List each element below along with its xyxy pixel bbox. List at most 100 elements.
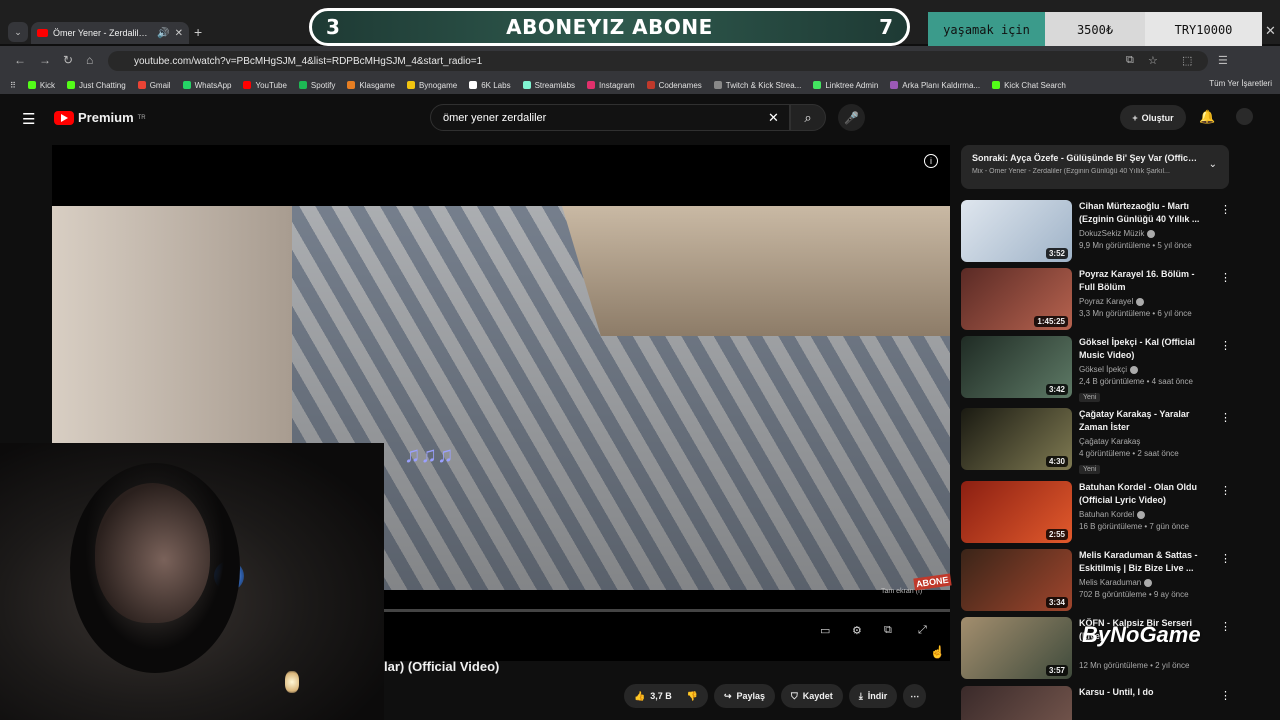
download-button[interactable]: ⤓ İndir [848, 684, 898, 708]
new-tab-button[interactable]: + [194, 24, 202, 40]
rec-title[interactable]: Göksel İpekçi - Kal (Official Music Vide… [1079, 336, 1207, 362]
share-button[interactable]: ↪ Paylaş [713, 684, 776, 708]
rec-title[interactable]: Poyraz Karayel 16. Bölüm - Full Bölüm [1079, 268, 1207, 294]
recommendation-item[interactable]: 3:34 Melis Karaduman & Sattas - Eskitilm… [961, 549, 1231, 613]
settings-gear-icon[interactable]: ⚙ [852, 624, 862, 637]
audio-icon[interactable]: 🔊 [157, 28, 169, 39]
video-actions: 👍 3,7 B 👎 ↪ Paylaş ⛉ Kaydet ⤓ İndir ⋯ [624, 684, 927, 708]
rec-title[interactable]: Batuhan Kordel - Olan Oldu (Official Lyr… [1079, 481, 1207, 507]
subtitles-icon[interactable]: ▭ [820, 624, 830, 637]
bookmark-twitch-kick[interactable]: Twitch & Kick Strea... [713, 81, 801, 90]
bookmark-linktree[interactable]: Linktree Admin [813, 81, 878, 90]
more-options-icon[interactable]: ⋮ [1220, 411, 1231, 424]
bookmark-just-chatting[interactable]: Just Chatting [66, 81, 126, 90]
bookmark-codenames[interactable]: Codenames [646, 81, 702, 90]
video-thumbnail[interactable]: 4:30 [961, 408, 1072, 470]
extensions-icon[interactable]: ⬚ [1182, 54, 1192, 67]
recommendation-item[interactable]: 4:30 Çağatay Karakaş - Yaralar Zaman İst… [961, 408, 1231, 474]
mouse-cursor-icon: ☝ [930, 645, 945, 659]
bookmark-kick-chat-search[interactable]: Kick Chat Search [992, 81, 1066, 90]
more-options-icon[interactable]: ⋮ [1220, 484, 1231, 497]
recommendation-item[interactable]: 3:52 Cihan Mürtezaoğlu - Martı (Ezginin … [961, 200, 1231, 264]
forward-icon[interactable]: → [39, 53, 51, 67]
bookmark-kick[interactable]: Kick [27, 81, 55, 90]
bookmark-bynogame[interactable]: Bynogame [406, 81, 457, 90]
rec-channel[interactable]: Melis Karaduman [1079, 578, 1141, 587]
search-input[interactable]: ömer yener zerdaliler [430, 104, 790, 131]
chevron-down-icon[interactable]: ⌄ [1209, 159, 1217, 170]
rec-title[interactable]: Karsu - Until, I do [1079, 686, 1207, 699]
more-options-icon[interactable]: ⋮ [1220, 271, 1231, 284]
fullscreen-icon[interactable]: ⤢ [918, 624, 927, 637]
bookmark-instagram[interactable]: Instagram [587, 81, 635, 90]
search-button[interactable]: ⌕ [790, 104, 826, 131]
bookmark-whatsapp[interactable]: WhatsApp [182, 81, 231, 90]
recommendation-item[interactable]: Karsu - Until, I do ⋮ [961, 686, 1231, 720]
bookmark-klasgame[interactable]: Klasgame [347, 81, 395, 90]
install-icon[interactable]: ⧉ [1126, 54, 1134, 67]
home-icon[interactable]: ⌂ [86, 53, 93, 67]
guide-menu-icon[interactable]: ☰ [22, 110, 35, 128]
recommendation-item[interactable]: 2:55 Batuhan Kordel - Olan Oldu (Officia… [961, 481, 1231, 545]
duration-badge: 1:45:25 [1034, 316, 1068, 327]
bookmark-youtube[interactable]: YouTube [243, 81, 287, 90]
more-options-icon[interactable]: ⋮ [1220, 620, 1231, 633]
youtube-logo[interactable]: Premium TR [54, 110, 146, 125]
video-thumbnail[interactable]: 1:45:25 [961, 268, 1072, 330]
bookmark-remove-bg[interactable]: Arka Planı Kaldırma... [890, 81, 980, 90]
video-thumbnail[interactable]: 3:42 [961, 336, 1072, 398]
window-close-icon[interactable]: ✕ [1265, 23, 1276, 39]
account-avatar[interactable] [1236, 108, 1253, 125]
video-thumbnail[interactable]: 3:34 [961, 549, 1072, 611]
rec-channel[interactable]: Göksel İpekçi [1079, 365, 1127, 374]
recommendation-item[interactable]: 1:45:25 Poyraz Karayel 16. Bölüm - Full … [961, 268, 1231, 332]
rec-channel[interactable]: Batuhan Kordel [1079, 510, 1134, 519]
bookmark-6k-labs[interactable]: 6K Labs [469, 81, 511, 90]
bookmark-streamlabs[interactable]: Streamlabs [522, 81, 575, 90]
rec-stats: 16 B görüntüleme • 7 gün önce [1079, 522, 1189, 531]
rec-title[interactable]: Cihan Mürtezaoğlu - Martı (Ezginin Günlü… [1079, 200, 1207, 226]
music-notes-overlay: ♫♫♫ [404, 442, 454, 467]
rec-channel[interactable]: Poyraz Karayel [1079, 297, 1133, 306]
rec-channel[interactable]: Çağatay Karakaş [1079, 437, 1140, 446]
thumbs-down-icon[interactable]: 👎 [687, 691, 698, 702]
video-thumbnail[interactable]: 3:52 [961, 200, 1072, 262]
back-icon[interactable]: ← [14, 53, 26, 67]
video-thumbnail[interactable]: 2:55 [961, 481, 1072, 543]
more-options-icon[interactable]: ⋮ [1220, 203, 1231, 216]
reload-icon[interactable]: ↻ [63, 53, 73, 67]
info-icon[interactable]: i [924, 154, 938, 168]
save-label: Kaydet [802, 691, 833, 701]
bookmark-spotify[interactable]: Spotify [298, 81, 335, 90]
bookmark-gmail[interactable]: Gmail [137, 81, 171, 90]
address-bar[interactable]: youtube.com/watch?v=PBcMHgSJM_4&list=RDP… [108, 51, 1208, 71]
duration-badge: 3:57 [1045, 665, 1068, 676]
video-thumbnail[interactable]: 3:57 [961, 617, 1072, 679]
rec-title[interactable]: Melis Karaduman & Sattas - Eskitilmiş | … [1079, 549, 1207, 575]
all-bookmarks[interactable]: Tüm Yer İşaretleri [1209, 79, 1272, 88]
recommendation-item[interactable]: 3:42 Göksel İpekçi - Kal (Official Music… [961, 336, 1231, 402]
create-button[interactable]: + Oluştur [1120, 105, 1186, 130]
miniplayer-icon[interactable]: ⧉ [884, 624, 892, 637]
new-badge: Yeni [1079, 465, 1101, 474]
more-options-icon[interactable]: ⋮ [1220, 552, 1231, 565]
bookmark-star-icon[interactable]: ☆ [1148, 54, 1158, 67]
rec-title[interactable]: Çağatay Karakaş - Yaralar Zaman İster [1079, 408, 1207, 434]
rec-channel[interactable]: DokuzSekiz Müzik [1079, 229, 1144, 238]
up-next-card[interactable]: Sonraki: Ayça Özefe - Gülüşünde Bi' Şey … [961, 145, 1229, 189]
apps-icon[interactable]: ⠿ [10, 81, 16, 90]
tab-title: Ömer Yener - Zerdaliler (Ez [53, 28, 153, 38]
more-options-icon[interactable]: ⋮ [1220, 689, 1231, 702]
more-actions-icon[interactable]: ⋯ [903, 684, 927, 708]
video-thumbnail[interactable] [961, 686, 1072, 720]
notifications-icon[interactable]: 🔔 [1199, 109, 1215, 125]
like-button[interactable]: 👍 3,7 B 👎 [624, 684, 708, 708]
browser-tab-active[interactable]: Ömer Yener - Zerdaliler (Ez 🔊 ✕ [31, 22, 189, 44]
tab-close-icon[interactable]: ✕ [175, 28, 183, 39]
save-button[interactable]: ⛉ Kaydet [781, 684, 843, 708]
menu-icon[interactable]: ☰ [1218, 54, 1228, 67]
more-options-icon[interactable]: ⋮ [1220, 339, 1231, 352]
clear-search-icon[interactable]: ✕ [768, 110, 779, 126]
tab-search-icon[interactable]: ⌄ [8, 22, 28, 42]
voice-search-icon[interactable]: 🎤 [838, 104, 865, 131]
